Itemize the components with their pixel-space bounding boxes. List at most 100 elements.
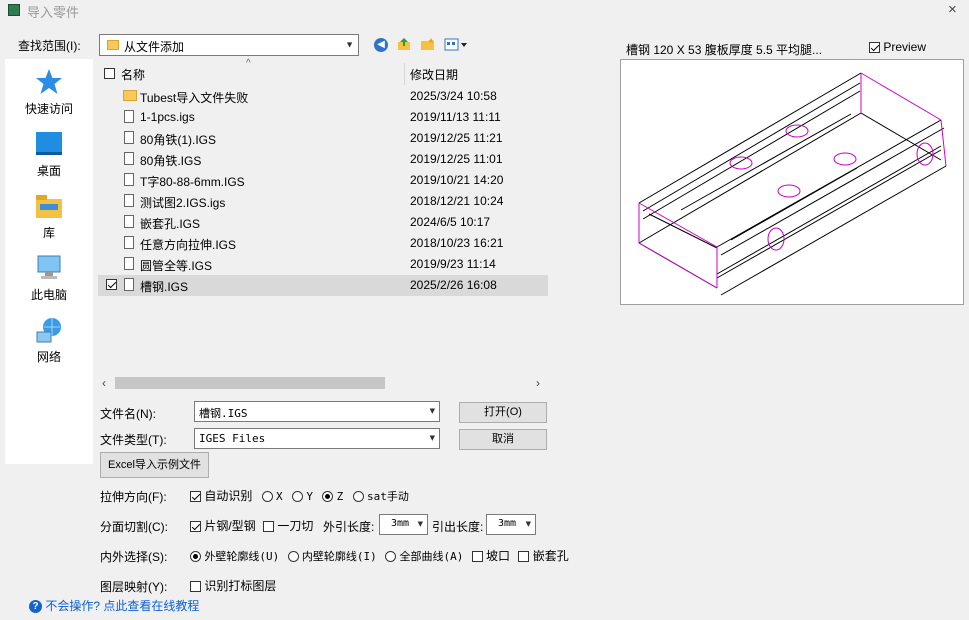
file-icon	[124, 215, 134, 228]
file-name: 测试图2.IGS.igs	[140, 196, 226, 210]
chevron-down-icon: ▼	[429, 406, 435, 416]
list-item[interactable]: 嵌套孔.IGS 2024/6/5 10:17	[98, 212, 548, 233]
layer-options: 识别打标图层	[190, 577, 276, 594]
axis-z-label: Z	[336, 490, 344, 503]
close-icon[interactable]: ×	[948, 1, 957, 18]
lead-in-label: 外引长度:	[323, 520, 375, 534]
file-date: 2019/12/25 11:21	[410, 131, 503, 145]
outer-contour-label: 外壁轮廓线(U)	[204, 550, 280, 563]
place-quick-access[interactable]: 快速访问	[5, 67, 93, 117]
place-library[interactable]: 库	[5, 191, 93, 241]
chevron-down-icon: ▼	[417, 519, 423, 529]
bevel-checkbox[interactable]	[471, 551, 483, 563]
axis-x-radio[interactable]	[261, 491, 273, 503]
file-icon	[124, 257, 134, 270]
preview-checkbox[interactable]	[869, 42, 880, 54]
file-date: 2019/12/25 11:01	[410, 152, 503, 166]
filetype-label: 文件类型(T):	[100, 433, 167, 447]
new-folder-icon[interactable]	[420, 37, 436, 51]
split-options: 片钢/型钢 一刀切	[190, 517, 313, 534]
excel-import-button[interactable]: Excel导入示例文件	[100, 452, 209, 478]
file-date: 2018/12/21 10:24	[410, 194, 504, 208]
axis-y-radio[interactable]	[292, 491, 304, 503]
column-divider	[404, 63, 405, 85]
desktop-icon	[36, 132, 62, 155]
file-date: 2019/9/23 11:14	[410, 257, 496, 271]
column-name[interactable]: 名称	[121, 66, 145, 83]
auto-detect-label: 自动识别	[204, 489, 253, 503]
list-item[interactable]: 1-1pcs.igs 2019/11/13 11:11	[98, 107, 548, 128]
axis-x-label: X	[276, 490, 283, 503]
file-name: 嵌套孔.IGS	[140, 217, 201, 231]
mark-layer-checkbox[interactable]	[190, 581, 201, 593]
library-icon	[36, 195, 62, 218]
auto-detect-checkbox[interactable]	[190, 491, 201, 503]
preview-title: 槽钢 120 X 53 腹板厚度 5.5 平均腿...	[626, 43, 823, 57]
axis-z-radio[interactable]	[322, 491, 334, 503]
place-network[interactable]: 网络	[5, 315, 93, 365]
horizontal-scrollbar[interactable]: ‹ ›	[98, 375, 548, 392]
place-this-pc[interactable]: 此电脑	[5, 253, 93, 303]
preview-toggle[interactable]: Preview	[869, 40, 926, 54]
place-label: 网络	[36, 350, 61, 364]
lookin-combo[interactable]: 从文件添加 ▼	[99, 34, 359, 56]
select-all-checkbox[interactable]	[104, 68, 115, 79]
sat-manual-label: sat手动	[366, 490, 409, 503]
list-item-selected[interactable]: 槽钢.IGS 2025/2/26 16:08	[98, 275, 548, 296]
file-name: 1-1pcs.igs	[140, 110, 195, 124]
list-item[interactable]: 圆管全等.IGS 2019/9/23 11:14	[98, 254, 548, 275]
up-folder-icon[interactable]	[397, 37, 411, 51]
list-item[interactable]: T字80-88-6mm.IGS 2019/10/21 14:20	[98, 170, 548, 191]
lookin-value: 从文件添加	[124, 40, 185, 54]
mark-layer-label: 识别打标图层	[204, 579, 277, 593]
scroll-thumb[interactable]	[115, 377, 385, 389]
column-header: 名称 修改日期	[98, 63, 548, 85]
file-name: 80角铁(1).IGS	[140, 133, 217, 147]
file-icon	[124, 131, 134, 144]
lead-in-select[interactable]: 3mm ▼	[379, 514, 428, 535]
chevron-down-icon: ▼	[429, 433, 435, 443]
back-icon[interactable]: ◀	[374, 38, 388, 52]
inner-contour-radio[interactable]	[287, 551, 299, 563]
lead-out-value: 3mm	[498, 518, 517, 529]
sat-manual-radio[interactable]	[352, 491, 364, 503]
help-icon: ?	[29, 600, 42, 614]
file-date: 2025/3/24 10:58	[410, 89, 497, 103]
list-item[interactable]: 80角铁.IGS 2019/12/25 11:01	[98, 149, 548, 170]
column-modified[interactable]: 修改日期	[410, 66, 458, 83]
list-item[interactable]: 任意方向拉伸.IGS 2018/10/23 16:21	[98, 233, 548, 254]
split-label: 分面切割(C):	[100, 520, 168, 534]
filename-label: 文件名(N):	[100, 407, 156, 421]
scroll-right-icon[interactable]: ›	[536, 376, 540, 390]
open-button[interactable]: 打开(O)	[459, 402, 547, 423]
window-title: 导入零件	[27, 5, 80, 20]
lead-out-select[interactable]: 3mm ▼	[486, 514, 536, 535]
extrude-options: 自动识别 X Y Z sat手动	[190, 487, 409, 504]
file-name: 圆管全等.IGS	[140, 259, 213, 273]
list-item[interactable]: Tubest导入文件失败 2025/3/24 10:58	[98, 86, 548, 107]
preview-toggle-label: Preview	[883, 40, 927, 54]
filetype-value: IGES Files	[199, 432, 266, 445]
title-bar: 导入零件 ×	[0, 0, 969, 22]
cancel-button[interactable]: 取消	[459, 429, 547, 450]
view-menu-icon[interactable]	[444, 38, 468, 52]
file-list[interactable]: ^ 名称 修改日期 Tubest导入文件失败 2025/3/24 10:58 1…	[98, 58, 548, 375]
place-desktop[interactable]: 桌面	[5, 129, 93, 179]
list-item[interactable]: 80角铁(1).IGS 2019/12/25 11:21	[98, 128, 548, 149]
filename-value: 槽钢.IGS	[199, 407, 248, 420]
plate-profile-checkbox[interactable]	[190, 521, 201, 533]
all-curves-radio[interactable]	[385, 551, 397, 563]
file-name: 任意方向拉伸.IGS	[140, 238, 237, 252]
nested-hole-checkbox[interactable]	[518, 551, 530, 563]
outer-contour-radio[interactable]	[190, 551, 201, 563]
extrude-label: 拉伸方向(F):	[100, 490, 167, 504]
row-checkbox[interactable]	[106, 279, 117, 290]
preview-panel	[620, 59, 964, 305]
list-item[interactable]: 测试图2.IGS.igs 2018/12/21 10:24	[98, 191, 548, 212]
one-cut-checkbox[interactable]	[263, 521, 275, 533]
folder-icon	[107, 40, 119, 50]
scroll-left-icon[interactable]: ‹	[102, 376, 106, 390]
help-link[interactable]: ? 不会操作? 点此查看在线教程	[29, 597, 199, 614]
filename-input[interactable]: 槽钢.IGS ▼	[194, 401, 440, 422]
filetype-select[interactable]: IGES Files ▼	[194, 428, 440, 449]
